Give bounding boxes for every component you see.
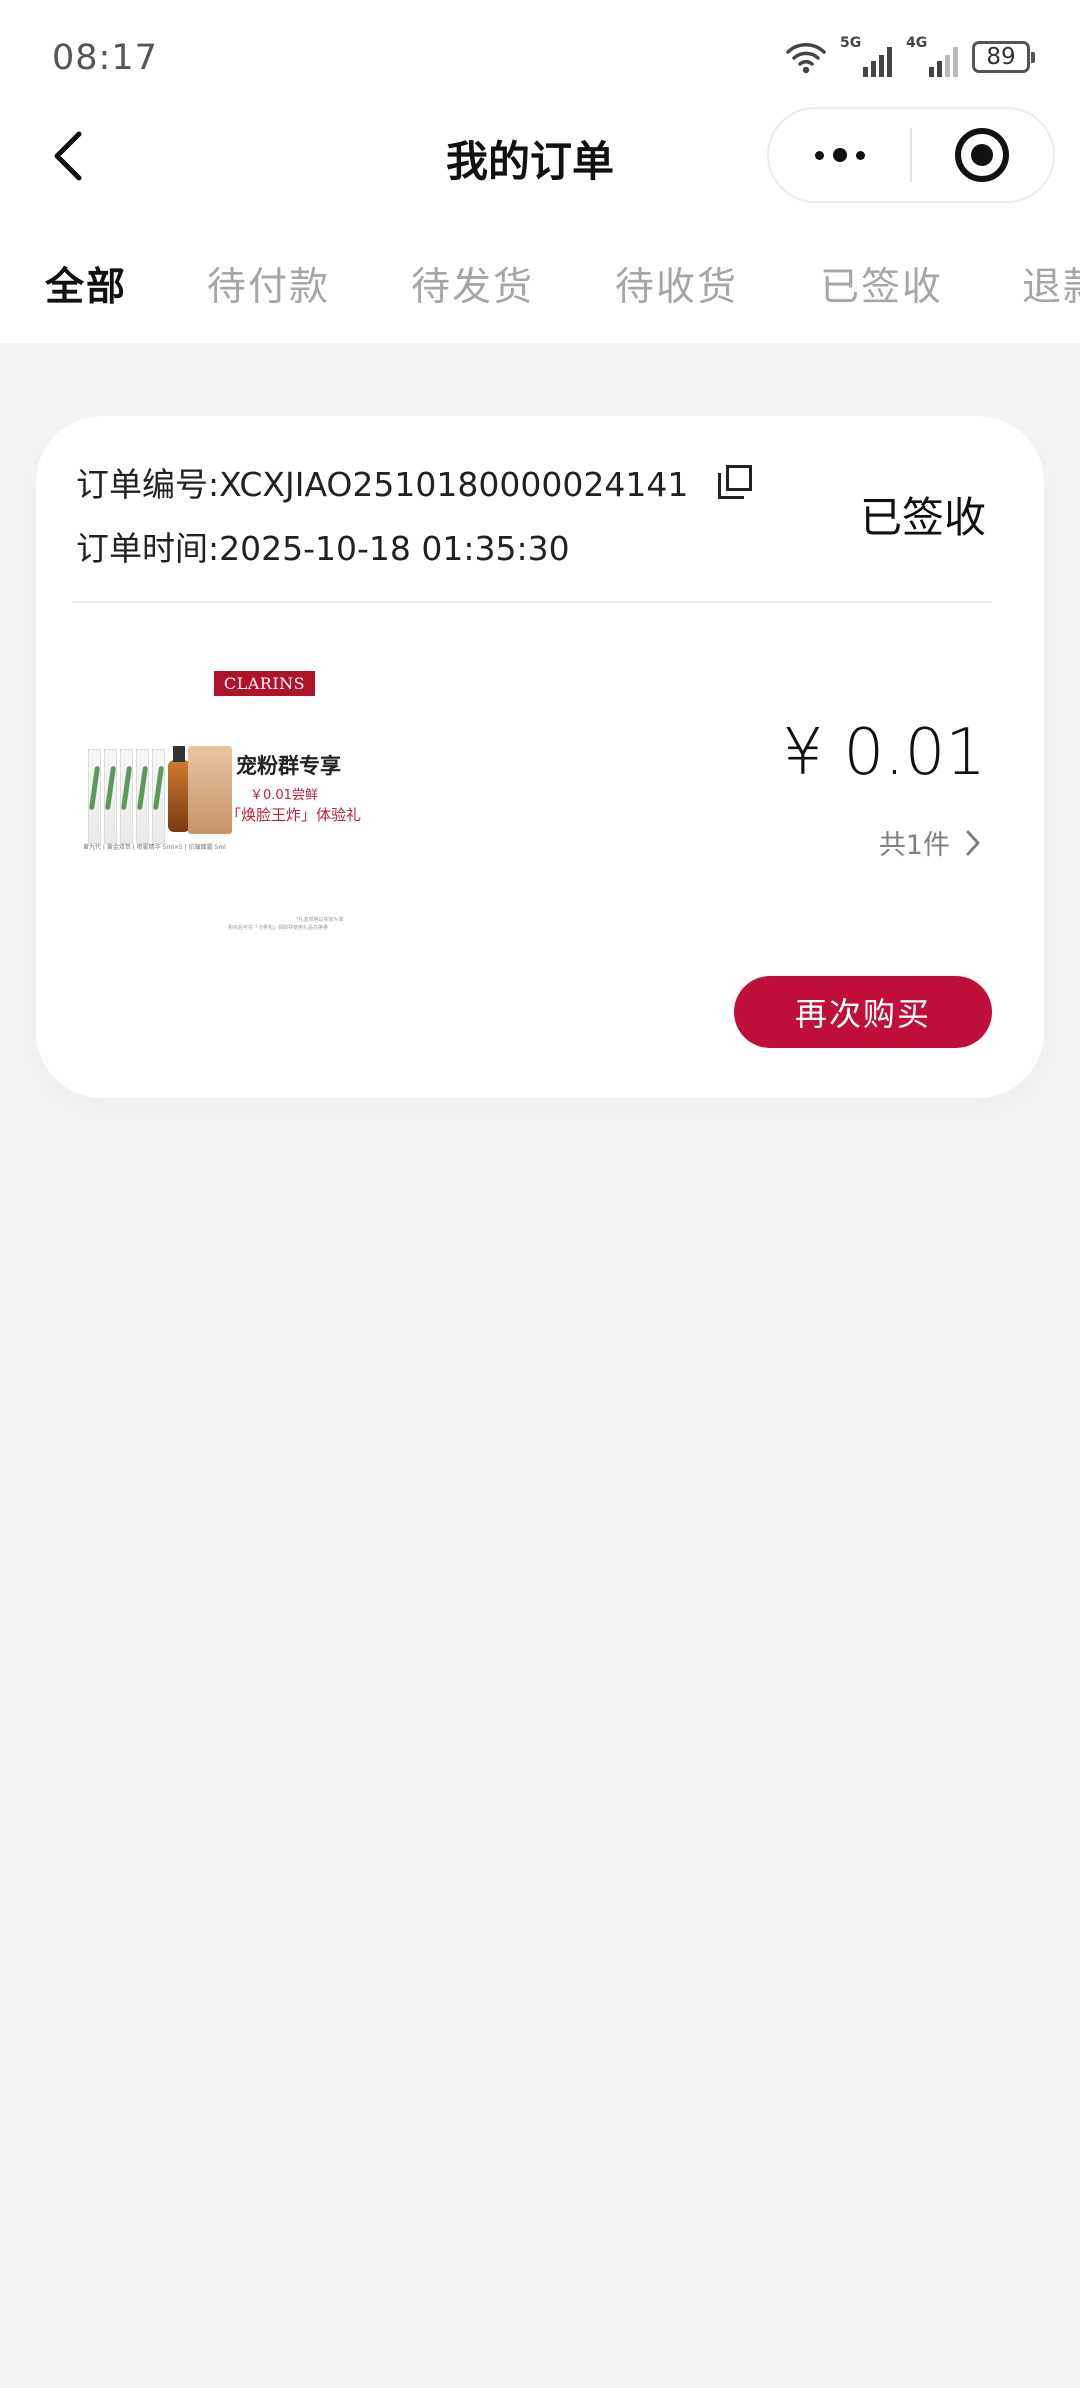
serum-bottle-graphic — [168, 746, 190, 832]
tab-signed[interactable]: 已签收 — [820, 256, 943, 312]
copy-icon[interactable] — [718, 465, 753, 499]
rebuy-button[interactable]: 再次购买 — [734, 976, 992, 1048]
promo-contents: 黄九代 | 黄金双萃 | 喷雾精华 5ml×5 | 抗皱面霜 5ml — [83, 844, 226, 851]
order-card[interactable]: 订单编号:XCXJIAO2510180000024141 订单时间:2025-1… — [36, 416, 1044, 1098]
more-dots-icon — [814, 148, 865, 162]
battery-icon: 89 — [972, 41, 1035, 73]
chevron-right-icon — [960, 827, 986, 859]
product-tubes-graphic — [88, 749, 165, 844]
order-number-row: 订单编号:XCXJIAO2510180000024141 — [76, 458, 753, 506]
close-mini-program-button[interactable] — [912, 109, 1053, 201]
divider — [72, 601, 992, 603]
order-status: 已签收 — [859, 493, 986, 542]
order-tabs: 全部 待付款 待发货 待收货 已签收 退款 — [0, 256, 1080, 316]
tab-all[interactable]: 全部 — [45, 256, 127, 312]
order-time: 订单时间:2025-10-18 01:35:30 — [76, 529, 570, 568]
tab-pending-payment[interactable]: 待付款 — [207, 256, 330, 312]
battery-level: 89 — [986, 44, 1016, 70]
status-time: 08:17 — [52, 38, 158, 78]
promo-fine-print: *礼盒规格以实际为准 — [296, 917, 344, 923]
more-button[interactable] — [769, 109, 910, 201]
order-number: 订单编号:XCXJIAO2510180000024141 — [76, 465, 689, 504]
promo-fine-print: 购买后可在「卡券包」领取并使用礼品兑换券 — [228, 925, 329, 931]
item-count-label: 共1件 — [878, 830, 950, 861]
signal-icon: 5G — [840, 35, 892, 77]
promo-headline: 宠粉群专享 — [236, 754, 341, 778]
network-type-label: 5G — [840, 35, 862, 51]
network-type-label: 4G — [906, 35, 928, 51]
signal-icon: 4G — [906, 35, 958, 77]
target-circle-icon — [955, 128, 1010, 182]
brand-logo: CLARINS — [214, 671, 315, 696]
header-area: 08:17 5G 4G 89 我的订单 全部 待付款 待发货 待收货 已签收 退 — [0, 0, 1080, 343]
promo-price-line: ￥0.01尝鲜 — [250, 788, 318, 803]
wifi-icon — [786, 40, 826, 74]
status-icons: 5G 4G 89 — [786, 35, 1035, 78]
promo-gift-line: 「焕脸王炸」体验礼 — [226, 806, 362, 824]
order-price: ¥ 0.01 — [782, 716, 986, 790]
mini-program-capsule — [767, 107, 1055, 203]
tab-pending-receipt[interactable]: 待收货 — [615, 256, 738, 312]
tab-refund[interactable]: 退款 — [1022, 256, 1080, 312]
tab-pending-shipment[interactable]: 待发货 — [411, 256, 534, 312]
item-count[interactable]: 共1件 — [879, 823, 986, 862]
